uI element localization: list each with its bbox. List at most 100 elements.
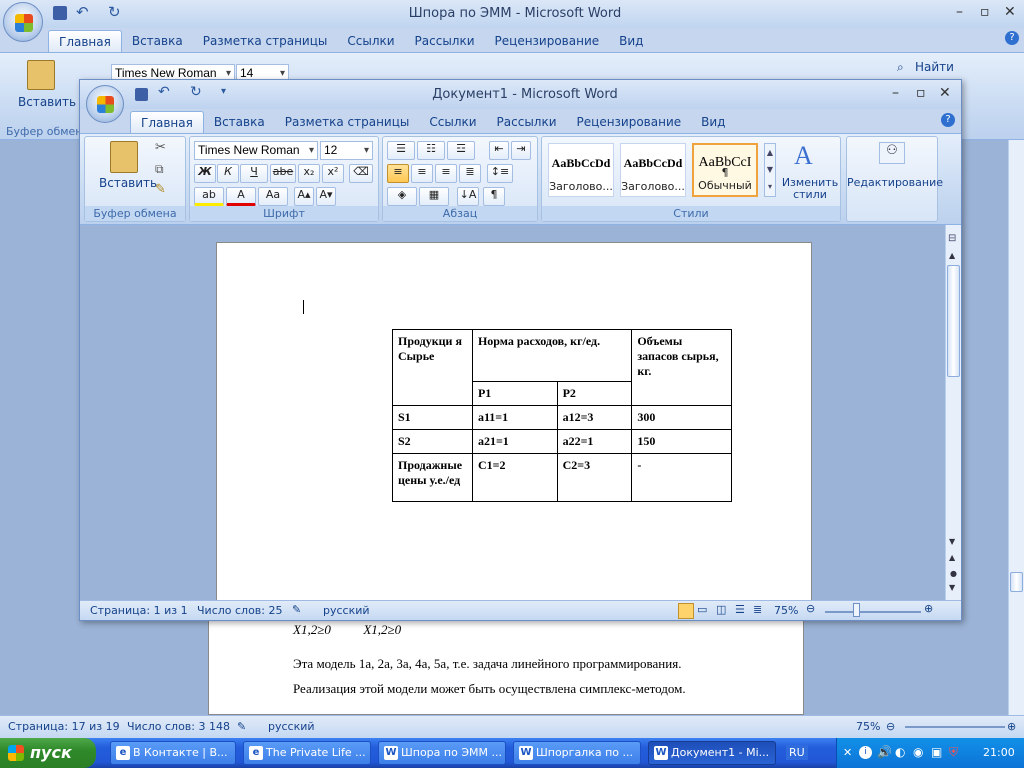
front-redo-icon[interactable]: ↻ xyxy=(190,84,202,100)
underline-button[interactable]: Ч xyxy=(240,164,268,183)
browse-object-icon[interactable]: ● xyxy=(950,569,957,578)
undo-icon[interactable]: ↶ xyxy=(76,3,89,21)
italic-button[interactable]: К xyxy=(217,164,239,183)
scroll-up-icon[interactable]: ▲ xyxy=(949,251,955,260)
front-zoom-out-button[interactable]: ⊖ xyxy=(806,602,815,615)
clear-format-icon[interactable]: ⌫ xyxy=(349,164,373,183)
multilevel-list-icon[interactable]: ☲ xyxy=(447,141,475,160)
view-full-screen-icon[interactable]: ▭ xyxy=(697,603,707,616)
editing-label[interactable]: Редактирование xyxy=(847,176,943,189)
ruler-toggle-icon[interactable]: ⊟ xyxy=(948,233,956,244)
back-tab-home[interactable]: Главная xyxy=(48,30,122,52)
redo-icon[interactable]: ↻ xyxy=(108,3,121,21)
back-tab-mailings[interactable]: Рассылки xyxy=(405,30,485,52)
back-help-icon[interactable]: ? xyxy=(1005,31,1019,45)
front-tab-review[interactable]: Рецензирование xyxy=(567,111,692,133)
table-cell[interactable]: a22=1 xyxy=(556,429,633,454)
paste-label[interactable]: Вставить xyxy=(99,176,157,190)
back-close-button[interactable]: ✕ xyxy=(1004,4,1016,20)
back-status-zoom[interactable]: 75% xyxy=(856,720,880,733)
front-help-icon[interactable]: ? xyxy=(941,113,955,127)
table-cell[interactable]: a12=3 xyxy=(556,405,633,430)
justify-icon[interactable]: ≣ xyxy=(459,164,481,183)
cut-icon[interactable]: ✂ xyxy=(155,140,166,155)
back-zoom-in-button[interactable]: ⊕ xyxy=(1007,720,1016,733)
font-size-select[interactable]: 12 xyxy=(320,141,373,160)
change-case-button[interactable]: Aa xyxy=(258,187,288,206)
table-cell-product[interactable]: Продукци я Сырье xyxy=(392,329,473,406)
front-office-button[interactable] xyxy=(86,85,124,123)
align-left-icon[interactable]: ≡ xyxy=(387,164,409,183)
shading-icon[interactable]: ◈ xyxy=(387,187,417,206)
borders-icon[interactable]: ▦ xyxy=(419,187,449,206)
back-scroll-thumb[interactable] xyxy=(1010,572,1023,592)
back-zoom-out-button[interactable]: ⊖ xyxy=(886,720,895,733)
view-web-icon[interactable]: ◫ xyxy=(716,603,726,616)
front-status-page[interactable]: Страница: 1 из 1 xyxy=(90,604,188,617)
font-name-select[interactable]: Times New Roman xyxy=(194,141,318,160)
front-tab-home[interactable]: Главная xyxy=(130,111,204,133)
back-maximize-button[interactable]: ▫ xyxy=(980,4,990,20)
tray-info-icon[interactable]: i xyxy=(859,746,872,759)
tray-clock[interactable]: 21:00 xyxy=(983,746,1015,759)
highlight-icon[interactable]: ab xyxy=(194,187,224,206)
front-title-bar[interactable]: ↶ ↻ ▾ Документ1 - Microsoft Word – ▫ ✕ xyxy=(80,80,961,123)
back-paste-label[interactable]: Вставить xyxy=(18,95,76,109)
front-zoom-slider-thumb[interactable] xyxy=(853,603,860,617)
back-tab-insert[interactable]: Вставка xyxy=(122,30,193,52)
front-tab-references[interactable]: Ссылки xyxy=(419,111,486,133)
tray-security-icon[interactable]: ▣ xyxy=(931,745,942,759)
table-cell[interactable]: S1 xyxy=(392,405,473,430)
save-icon[interactable] xyxy=(53,6,67,20)
table-cell[interactable]: S2 xyxy=(392,429,473,454)
back-vertical-scrollbar[interactable] xyxy=(1008,140,1024,715)
back-status-words[interactable]: Число слов: 3 148 xyxy=(127,720,230,733)
taskbar-item[interactable]: W Шпоргалка по ... xyxy=(513,741,641,765)
tray-monitor-icon[interactable]: ◉ xyxy=(913,745,923,759)
front-tab-layout[interactable]: Разметка страницы xyxy=(275,111,420,133)
table-cell[interactable]: 300 xyxy=(631,405,732,430)
taskbar-item-active[interactable]: W Документ1 - Mi... xyxy=(648,741,776,765)
front-status-zoom[interactable]: 75% xyxy=(774,604,798,617)
table-cell[interactable]: - xyxy=(631,453,732,502)
strikethrough-button[interactable]: abe xyxy=(270,164,296,183)
front-zoom-in-button[interactable]: ⊕ xyxy=(924,602,933,615)
shrink-font-icon[interactable]: A▾ xyxy=(316,187,336,206)
scroll-down-icon[interactable]: ▼ xyxy=(949,537,955,546)
format-painter-icon[interactable]: ✎ xyxy=(155,182,166,197)
back-status-page[interactable]: Страница: 17 из 19 xyxy=(8,720,120,733)
back-tab-view[interactable]: Вид xyxy=(609,30,653,52)
back-tab-layout[interactable]: Разметка страницы xyxy=(193,30,338,52)
taskbar-item[interactable]: e The Private Life ... xyxy=(243,741,371,765)
back-status-lang[interactable]: русский xyxy=(268,720,315,733)
back-find-label[interactable]: Найти xyxy=(915,60,954,74)
table-cell-p1[interactable]: P1 xyxy=(471,381,558,406)
prev-page-icon[interactable]: ▲ xyxy=(949,553,955,562)
increase-indent-icon[interactable]: ⇥ xyxy=(511,141,531,160)
view-draft-icon[interactable]: ≣ xyxy=(753,603,762,616)
language-indicator[interactable]: RU xyxy=(786,745,808,760)
front-status-lang[interactable]: русский xyxy=(323,604,370,617)
tray-network-icon[interactable]: ◐ xyxy=(895,745,905,759)
table-cell[interactable]: a21=1 xyxy=(471,429,558,454)
front-undo-icon[interactable]: ↶ xyxy=(158,84,170,100)
show-marks-icon[interactable]: ¶ xyxy=(483,187,505,206)
bold-button[interactable]: Ж xyxy=(194,164,216,183)
decrease-indent-icon[interactable]: ⇤ xyxy=(489,141,509,160)
align-right-icon[interactable]: ≡ xyxy=(435,164,457,183)
table-cell-p2[interactable]: P2 xyxy=(556,381,633,406)
front-close-button[interactable]: ✕ xyxy=(939,85,951,101)
line-spacing-icon[interactable]: ↕≡ xyxy=(487,164,513,183)
back-title-bar[interactable]: ↶ ↻ Шпора по ЭММ - Microsoft Word – ▫ ✕ xyxy=(0,0,1024,42)
style-heading-1[interactable]: AaBbCcDd Заголово... xyxy=(548,143,614,197)
subscript-button[interactable]: x₂ xyxy=(298,164,320,183)
font-color-icon[interactable]: A xyxy=(226,187,256,206)
back-paste-icon[interactable] xyxy=(27,60,55,90)
back-minimize-button[interactable]: – xyxy=(956,4,963,20)
numbering-icon[interactable]: ☷ xyxy=(417,141,445,160)
table-cell[interactable]: Продажные цены у.е./ед xyxy=(392,453,473,502)
front-zoom-slider[interactable] xyxy=(825,611,921,613)
tray-tools-icon[interactable]: ✕ xyxy=(843,746,852,759)
back-zoom-slider[interactable] xyxy=(905,726,1005,728)
view-print-layout-icon[interactable] xyxy=(678,603,694,619)
